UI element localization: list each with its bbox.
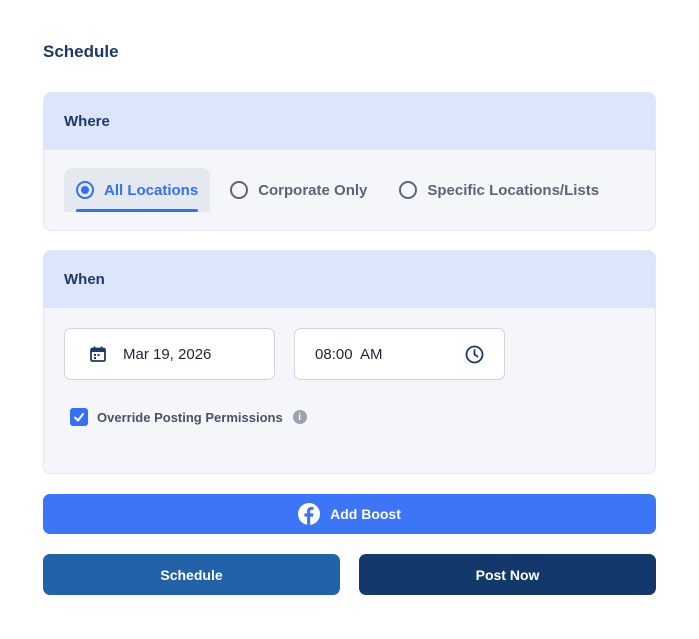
section-title: Schedule	[43, 42, 119, 61]
radio-all-locations[interactable]: All Locations	[64, 168, 211, 212]
clock-icon	[465, 345, 484, 363]
time-picker-field[interactable]: 08:00 AM	[294, 328, 505, 380]
calendar-icon	[90, 346, 106, 362]
radio-label: Corporate Only	[258, 181, 368, 199]
checkmark-icon	[74, 413, 84, 422]
radio-corporate-only[interactable]: Corporate Only	[218, 168, 379, 212]
add-boost-label: Add Boost	[330, 506, 401, 522]
info-icon[interactable]: i	[292, 410, 307, 424]
radio-unselected-icon	[399, 181, 418, 199]
where-card: Where All Locations Corporate Only Speci…	[43, 92, 656, 231]
radio-selected-icon	[76, 181, 94, 199]
add-boost-button[interactable]: Add Boost	[43, 494, 656, 534]
override-permissions-label: Override Posting Permissions	[97, 409, 283, 425]
radio-unselected-icon	[230, 181, 249, 199]
when-card: When Mar 19, 2026 08:00 AM Override Post…	[43, 250, 656, 474]
radio-specific-locations[interactable]: Specific Locations/Lists	[387, 168, 611, 212]
schedule-button[interactable]: Schedule	[43, 554, 340, 595]
override-permissions-row: Override Posting Permissions i	[70, 408, 307, 426]
where-header: Where	[44, 93, 655, 150]
date-picker-field[interactable]: Mar 19, 2026	[64, 328, 275, 380]
when-header: When	[44, 251, 655, 308]
schedule-panel: Schedule Where All Locations Corporate O…	[0, 0, 699, 639]
override-permissions-checkbox[interactable]	[70, 408, 88, 426]
radio-label: All Locations	[104, 181, 199, 199]
location-radio-group: All Locations Corporate Only Specific Lo…	[64, 168, 619, 212]
time-value: 08:00 AM	[315, 345, 383, 363]
date-value: Mar 19, 2026	[123, 345, 212, 363]
facebook-icon	[298, 503, 321, 525]
post-now-button[interactable]: Post Now	[359, 554, 656, 595]
radio-label: Specific Locations/Lists	[427, 181, 600, 199]
